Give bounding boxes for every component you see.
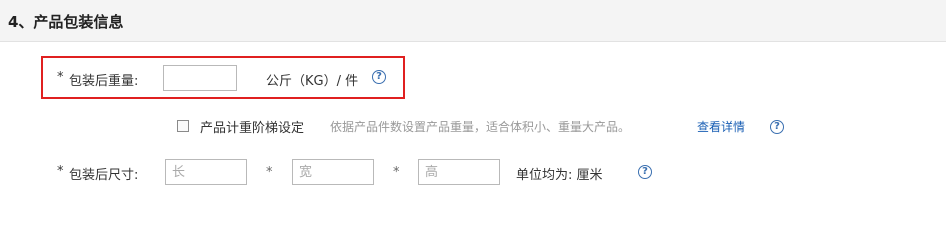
size-label: 包装后尺寸: — [69, 168, 139, 183]
required-mark: * — [57, 164, 64, 179]
weight-input[interactable] — [163, 65, 237, 91]
view-details-link[interactable]: 查看详情 — [697, 118, 745, 135]
size-unit-note: 单位均为: 厘米 — [516, 168, 603, 183]
width-input[interactable] — [292, 159, 374, 185]
height-input[interactable] — [418, 159, 500, 185]
tier-weight-checkbox[interactable] — [177, 120, 189, 132]
tier-help-icon[interactable]: ? — [770, 120, 784, 134]
section-header: 4、产品包装信息 — [0, 0, 946, 42]
length-input[interactable] — [165, 159, 247, 185]
weight-help-icon[interactable]: ? — [372, 70, 386, 84]
tier-weight-description: 依据产品件数设置产品重量，适合体积小、重量大产品。 — [330, 120, 631, 134]
section-title: 4、产品包装信息 — [8, 13, 124, 31]
multiply-sign: * — [266, 165, 273, 180]
required-mark: * — [57, 70, 64, 85]
weight-label: 包装后重量: — [69, 74, 139, 89]
multiply-sign: * — [393, 165, 400, 180]
size-help-icon[interactable]: ? — [638, 165, 652, 179]
tier-weight-label: 产品计重阶梯设定 — [200, 121, 305, 136]
weight-unit: 公斤（KG）/ 件 — [266, 74, 359, 89]
